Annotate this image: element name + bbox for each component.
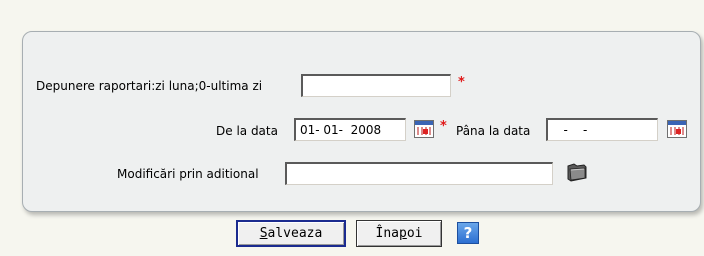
calendar-icon[interactable] — [414, 120, 434, 138]
de-la-data-input[interactable]: 01- 01- 2008 — [294, 118, 406, 141]
back-button-label-pre: Îna — [375, 226, 399, 241]
depunere-input[interactable] — [301, 74, 451, 97]
de-la-data-label: De la data — [216, 124, 278, 138]
save-button[interactable]: Salveaza — [236, 220, 346, 247]
calendar-icon[interactable] — [667, 120, 687, 138]
pana-la-data-input[interactable]: - - — [546, 118, 658, 141]
modificari-input[interactable] — [285, 162, 553, 185]
help-icon[interactable]: ? — [457, 222, 479, 244]
pana-la-data-label: Pâna la data — [456, 124, 531, 138]
save-button-accesskey: S — [259, 226, 268, 241]
save-button-label-post: alveaza — [267, 226, 323, 241]
back-button-label-post: oi — [406, 226, 423, 241]
depunere-label: Depunere raportari:zi luna;0-ultima zi — [36, 79, 263, 93]
modificari-label: Modificări prin aditional — [117, 167, 259, 181]
required-marker: * — [440, 119, 447, 134]
back-button-accesskey: p — [399, 226, 407, 241]
back-button[interactable]: Înapoi — [356, 220, 442, 247]
folder-icon[interactable] — [565, 160, 589, 184]
required-marker: * — [458, 75, 465, 90]
